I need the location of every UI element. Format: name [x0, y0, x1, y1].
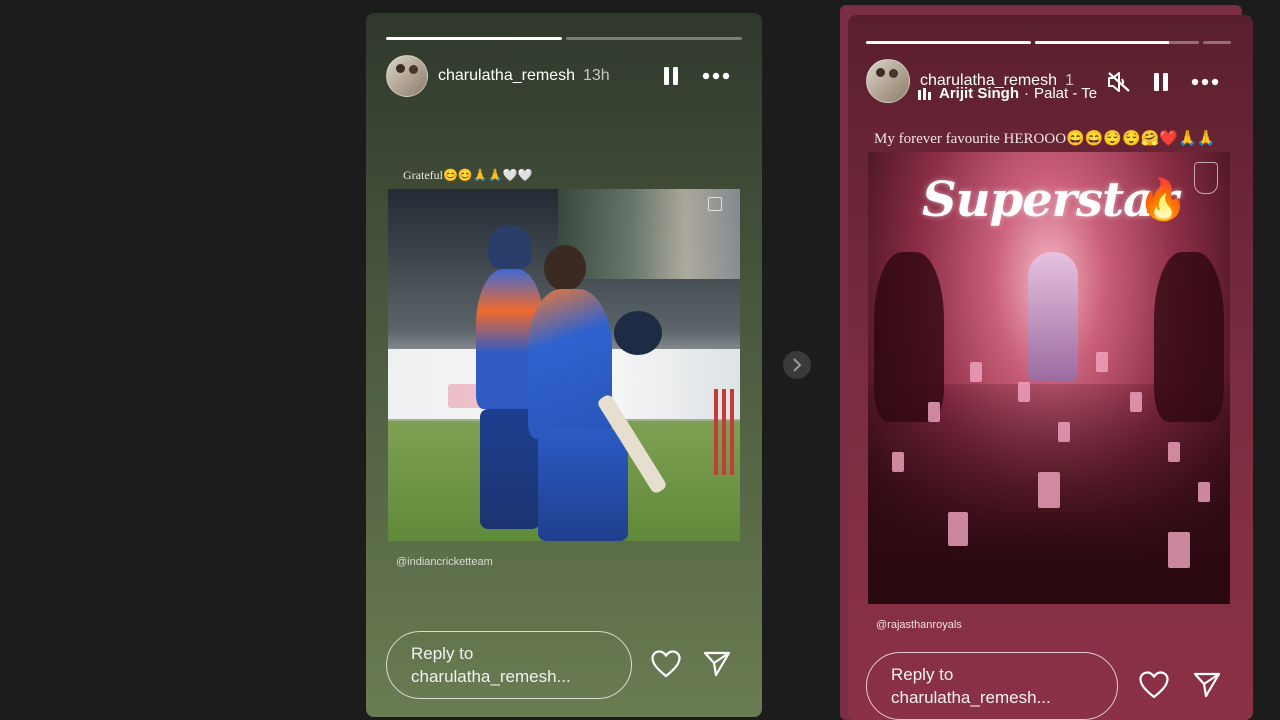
send-icon	[1193, 672, 1221, 698]
more-options-button[interactable]	[1190, 71, 1220, 93]
story-time: 13h	[582, 67, 610, 84]
avatar[interactable]	[386, 55, 428, 97]
reply-placeholder-line1: Reply to	[411, 644, 474, 663]
music-bars-icon	[918, 87, 931, 100]
music-sticker[interactable]: Arijit Singh · Palat - Te	[918, 85, 1097, 102]
share-button[interactable]	[1192, 670, 1222, 700]
story-caption: My forever favourite HEROOO😄😄😌😌🤗❤️🙏🙏	[874, 131, 1216, 147]
reply-placeholder-line2: charulatha_remesh...	[891, 688, 1051, 707]
story-photo	[388, 189, 740, 541]
more-options-button[interactable]	[701, 65, 731, 87]
reply-input[interactable]: Reply to charulatha_remesh...	[866, 652, 1118, 720]
story-progress-segment	[566, 37, 742, 40]
music-song: Palat - Te	[1034, 85, 1098, 102]
story-username[interactable]: charulatha_remesh	[438, 67, 575, 85]
pause-button[interactable]	[1150, 69, 1172, 95]
avatar[interactable]	[866, 59, 910, 103]
heart-icon	[1139, 671, 1169, 699]
send-icon	[703, 651, 731, 677]
more-icon	[702, 72, 730, 80]
heart-icon	[651, 650, 681, 678]
story-progress-bars	[866, 41, 1231, 44]
team-logo	[1194, 162, 1218, 194]
story-progress-segment	[1034, 41, 1199, 44]
music-artist: Arijit Singh	[939, 85, 1019, 102]
share-button[interactable]	[702, 649, 732, 679]
fire-icon: 🔥	[1138, 178, 1188, 222]
pause-button[interactable]	[660, 65, 682, 87]
story-progress-bars	[386, 37, 742, 40]
like-button[interactable]	[1138, 670, 1170, 700]
pause-icon	[1154, 73, 1168, 91]
story-card-2[interactable]: charulatha_remesh 1 Arijit Singh · Palat…	[848, 15, 1253, 720]
story-mention[interactable]: @rajasthanroyals	[876, 619, 962, 631]
story-poster: Superstar 🔥	[868, 152, 1230, 604]
story-card-1[interactable]: charulatha_remesh 13h Grateful😊😊🙏🙏🤍🤍 @in…	[366, 13, 762, 717]
mute-icon	[1108, 72, 1130, 92]
more-icon	[1191, 78, 1219, 86]
mute-button[interactable]	[1106, 69, 1132, 95]
story-progress-segment	[386, 37, 562, 40]
reply-placeholder-line2: charulatha_remesh...	[411, 667, 571, 686]
story-progress-segment	[866, 41, 1031, 44]
story-progress-segment	[1203, 41, 1231, 44]
next-story-button[interactable]	[783, 351, 811, 379]
chevron-right-icon	[793, 358, 802, 372]
like-button[interactable]	[650, 649, 682, 679]
reply-placeholder-line1: Reply to	[891, 665, 954, 684]
story-mention[interactable]: @indiancricketteam	[396, 556, 493, 568]
story-header: charulatha_remesh 13h	[386, 55, 610, 97]
reply-input[interactable]: Reply to charulatha_remesh...	[386, 631, 632, 699]
pause-icon	[664, 67, 678, 85]
story-caption: Grateful😊😊🙏🙏🤍🤍	[403, 168, 533, 182]
